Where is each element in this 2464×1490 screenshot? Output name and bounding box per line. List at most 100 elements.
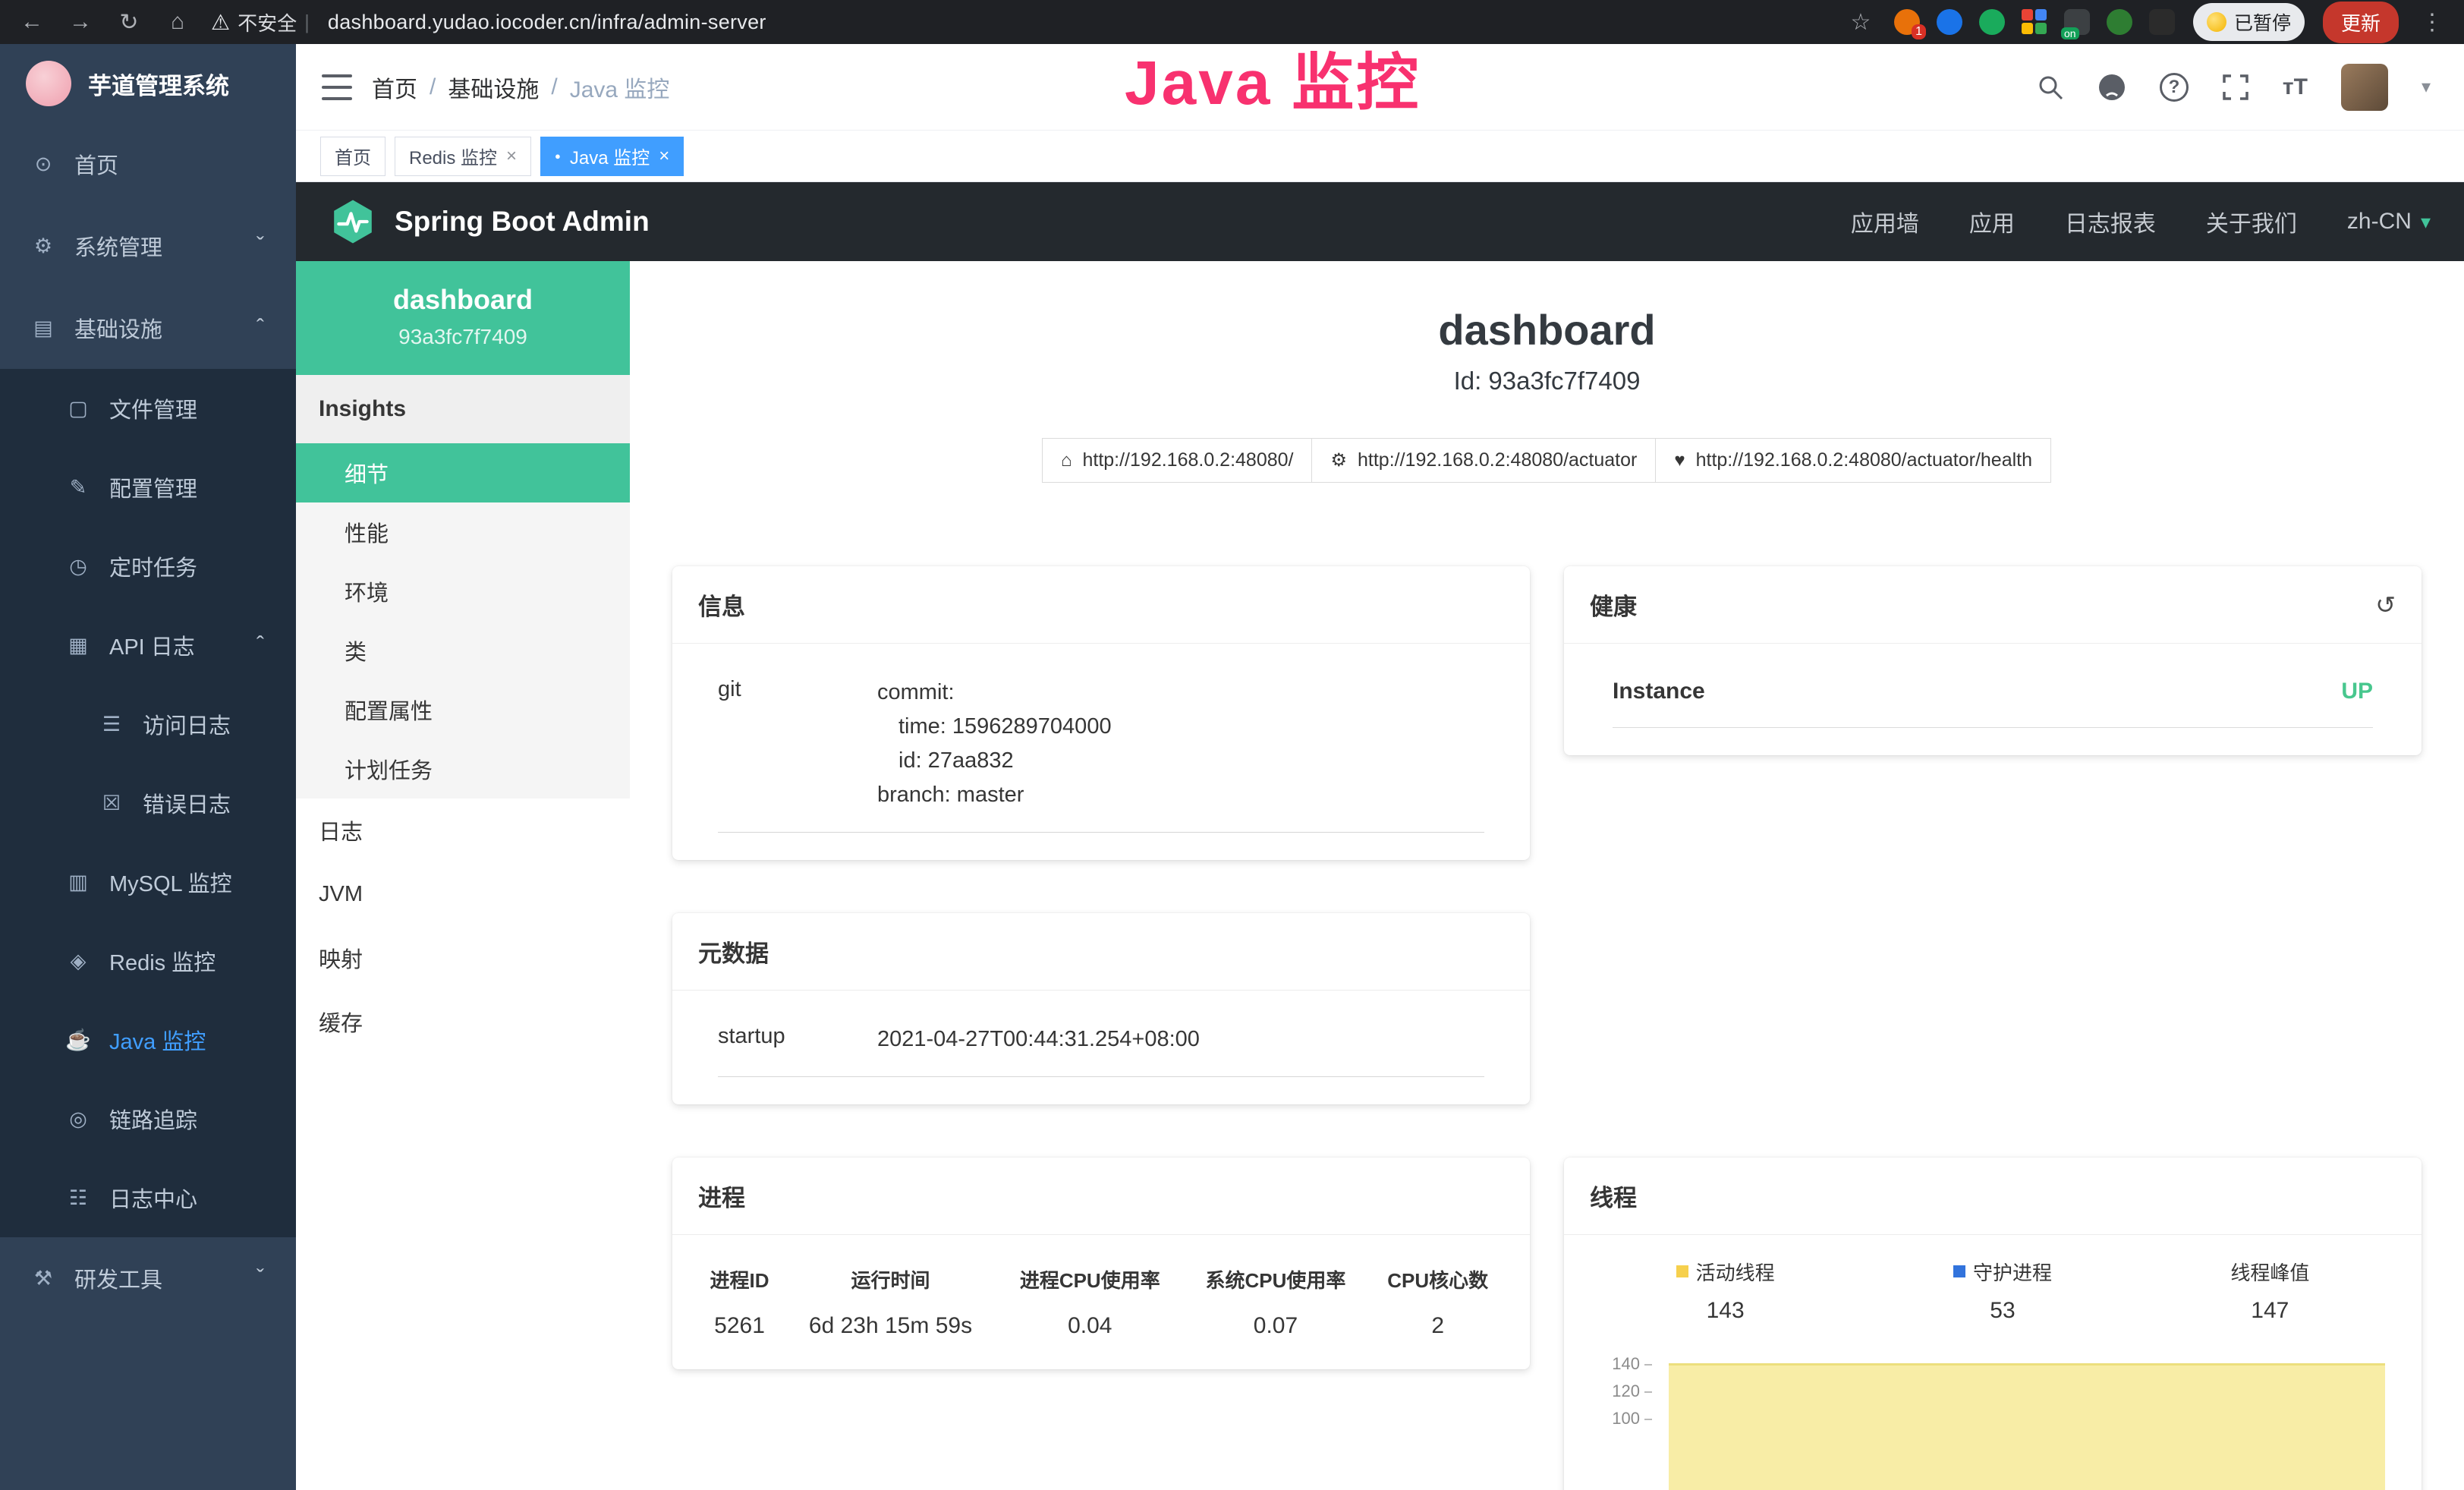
- sidebar-item-log-center[interactable]: ☷ 日志中心: [0, 1158, 296, 1237]
- update-button[interactable]: 更新: [2323, 2, 2399, 43]
- history-icon[interactable]: ↺: [2375, 591, 2396, 619]
- sidebar-item-label: 基础设施: [74, 312, 162, 344]
- sidebar-item-label: 定时任务: [109, 550, 197, 582]
- sba-item-environment[interactable]: 环境: [296, 562, 630, 621]
- browser-menu-icon[interactable]: ⋮: [2417, 9, 2447, 36]
- sba-nav: 应用墙 应用 日志报表 关于我们 zh-CN ▾: [1851, 205, 2431, 238]
- sidebar-item-home[interactable]: ⊙ 首页: [0, 123, 296, 205]
- process-value: 6d 23h 15m 59s: [784, 1304, 997, 1344]
- breadcrumb-infrastructure[interactable]: 基础设施: [448, 71, 539, 104]
- sidebar-item-api-logs[interactable]: ▦ API 日志 ˆ: [0, 606, 296, 685]
- font-size-icon[interactable]: тT: [2283, 74, 2308, 100]
- tag-label: Redis 监控: [409, 143, 497, 169]
- user-avatar[interactable]: [2341, 64, 2388, 111]
- search-icon[interactable]: [2037, 74, 2064, 101]
- ext-on-badge-icon[interactable]: on: [2064, 9, 2090, 35]
- sidebar-item-access-logs[interactable]: ☰ 访问日志: [0, 685, 296, 764]
- card-title: 线程: [1590, 1179, 1637, 1213]
- card-health-body: Instance UP: [1564, 644, 2422, 755]
- sidebar-item-link-tracing[interactable]: ◎ 链路追踪: [0, 1079, 296, 1158]
- back-icon[interactable]: ←: [17, 9, 47, 35]
- ext-green-circle-icon[interactable]: [1979, 9, 2005, 35]
- health-status-badge: UP: [2341, 679, 2373, 704]
- security-chip[interactable]: ⚠ 不安全 |: [211, 8, 310, 36]
- ext-paw-icon[interactable]: [2149, 9, 2175, 35]
- sba-instance-header[interactable]: dashboard 93a3fc7f7409: [296, 261, 630, 375]
- threads-area-series: [1669, 1363, 2385, 1490]
- legend-value: 143: [1676, 1298, 1775, 1324]
- reload-icon[interactable]: ↻: [114, 9, 144, 36]
- sidebar-item-mysql-monitor[interactable]: ▥ MySQL 监控: [0, 843, 296, 921]
- home-icon[interactable]: ⌂: [162, 9, 193, 35]
- sba-item-logs[interactable]: 日志: [296, 799, 630, 862]
- sba-brand[interactable]: Spring Boot Admin: [329, 198, 650, 245]
- threads-legend: 活动线程 143 守护进程: [1587, 1258, 2399, 1324]
- tag-close-icon[interactable]: ×: [506, 146, 517, 167]
- active-dot-icon: ●: [555, 150, 561, 162]
- address-url[interactable]: dashboard.yudao.iocoder.cn/infra/admin-s…: [328, 11, 766, 34]
- link-actuator-url[interactable]: ⚙ http://192.168.0.2:48080/actuator: [1311, 438, 1656, 483]
- sba-nav-applications[interactable]: 应用: [1969, 205, 2015, 238]
- sba-locale-select[interactable]: zh-CN ▾: [2347, 209, 2431, 235]
- admin-sidebar: 芋道管理系统 ⊙ 首页 ⚙ 系统管理 ˇ ▤ 基础设施 ˆ ▢ 文件管理 ✎: [0, 44, 296, 1490]
- legend-value: 147: [2230, 1298, 2309, 1324]
- process-col-header: 进程ID: [695, 1255, 784, 1304]
- security-label: 不安全: [238, 8, 297, 36]
- sidebar-item-dev-tools[interactable]: ⚒ 研发工具 ˇ: [0, 1237, 296, 1319]
- tag-redis-monitor[interactable]: Redis 监控 ×: [395, 137, 531, 176]
- sba-item-jvm[interactable]: JVM: [296, 862, 630, 926]
- header-actions: ? тT ▾: [2037, 64, 2438, 111]
- link-health-url[interactable]: ♥ http://192.168.0.2:48080/actuator/heal…: [1655, 438, 2051, 483]
- app-shell: 芋道管理系统 ⊙ 首页 ⚙ 系统管理 ˇ ▤ 基础设施 ˆ ▢ 文件管理 ✎: [0, 44, 2464, 1490]
- sidebar-item-redis-monitor[interactable]: ◈ Redis 监控: [0, 921, 296, 1000]
- sidebar-item-java-monitor[interactable]: ☕ Java 监控: [0, 1000, 296, 1079]
- tag-home[interactable]: 首页: [320, 137, 385, 176]
- sidebar-item-infrastructure[interactable]: ▤ 基础设施 ˆ: [0, 287, 296, 369]
- tag-java-monitor[interactable]: ● Java 监控 ×: [540, 137, 684, 176]
- sidebar-item-label: 文件管理: [109, 392, 197, 424]
- chevron-down-icon: ˇ: [256, 1265, 264, 1291]
- sba-item-config-props[interactable]: 配置属性: [296, 680, 630, 739]
- sba-item-details[interactable]: 细节: [296, 443, 630, 502]
- card-threads-header: 线程: [1564, 1158, 2422, 1235]
- threads-chart: 140 120 100: [1605, 1351, 2391, 1490]
- sidebar-item-system-management[interactable]: ⚙ 系统管理 ˇ: [0, 205, 296, 287]
- instance-links: ⌂ http://192.168.0.2:48080/ ⚙ http://192…: [630, 438, 2464, 483]
- forward-icon[interactable]: →: [65, 9, 96, 35]
- cards-grid: 信息 git commit: time: 1596289704000 id: 2…: [630, 566, 2464, 1490]
- ext-blue-drop-icon[interactable]: [1937, 9, 1962, 35]
- ext-orange-icon[interactable]: 1: [1894, 9, 1920, 35]
- help-icon[interactable]: ?: [2160, 73, 2189, 102]
- sidebar-item-file-management[interactable]: ▢ 文件管理: [0, 369, 296, 448]
- sidebar-item-error-logs[interactable]: ☒ 错误日志: [0, 764, 296, 843]
- main-column: 首页 / 基础设施 / Java 监控 ?: [296, 44, 2464, 1490]
- fullscreen-icon[interactable]: [2222, 74, 2249, 101]
- paused-badge[interactable]: 已暂停: [2193, 3, 2305, 41]
- sidebar-collapse-icon[interactable]: [322, 74, 352, 100]
- info-row-git: git commit: time: 1596289704000 id: 27aa…: [718, 663, 1484, 833]
- sba-item-metrics[interactable]: 性能: [296, 502, 630, 562]
- breadcrumb-home[interactable]: 首页: [372, 71, 417, 104]
- github-icon[interactable]: [2097, 73, 2126, 102]
- sba-item-scheduled-tasks[interactable]: 计划任务: [296, 739, 630, 799]
- legend-value: 53: [1953, 1298, 2052, 1324]
- card-threads: 线程 活动线程 143: [1564, 1158, 2422, 1490]
- sba-nav-journal[interactable]: 日志报表: [2065, 205, 2156, 238]
- emoji-face-icon: [2207, 12, 2226, 32]
- sba-item-classes[interactable]: 类: [296, 621, 630, 680]
- sidebar-item-config-management[interactable]: ✎ 配置管理: [0, 448, 296, 527]
- tag-close-icon[interactable]: ×: [659, 146, 669, 167]
- avatar-caret-icon[interactable]: ▾: [2422, 76, 2431, 98]
- bookmark-star-icon[interactable]: ☆: [1846, 9, 1876, 36]
- screen: ← → ↻ ⌂ ⚠ 不安全 | dashboard.yudao.iocoder.…: [0, 0, 2464, 1490]
- sba-item-mappings[interactable]: 映射: [296, 926, 630, 990]
- sidebar-item-scheduled-tasks[interactable]: ◷ 定时任务: [0, 527, 296, 606]
- sba-nav-wall[interactable]: 应用墙: [1851, 205, 1919, 238]
- ext-leaf-icon[interactable]: [2107, 9, 2132, 35]
- app-logo[interactable]: 芋道管理系统: [0, 44, 296, 123]
- sidebar-item-label: 日志中心: [109, 1182, 197, 1214]
- sba-item-caches[interactable]: 缓存: [296, 990, 630, 1054]
- ext-grid-icon[interactable]: [2022, 9, 2047, 35]
- link-service-url[interactable]: ⌂ http://192.168.0.2:48080/: [1042, 438, 1313, 483]
- sba-nav-about[interactable]: 关于我们: [2206, 205, 2297, 238]
